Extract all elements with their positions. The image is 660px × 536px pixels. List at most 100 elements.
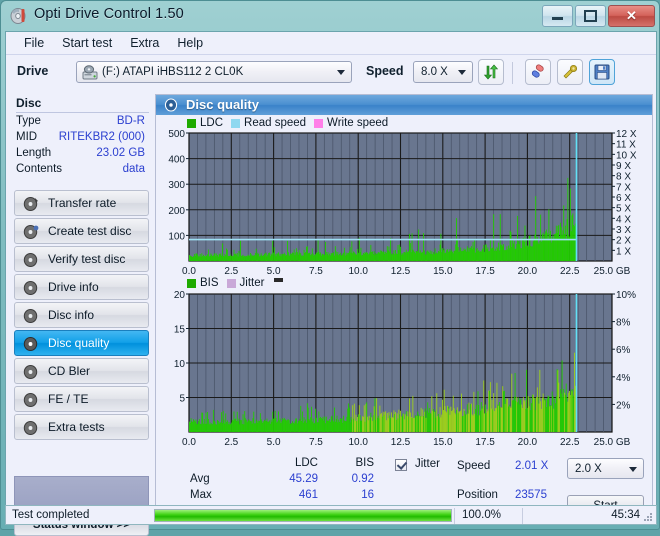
- menu-start-test[interactable]: Start test: [53, 34, 121, 52]
- drive-select[interactable]: (F:) ATAPI iHBS112 2 CL0K: [76, 61, 352, 83]
- minimize-button[interactable]: [542, 5, 573, 27]
- svg-text:9 X: 9 X: [616, 161, 631, 172]
- svg-text:4%: 4%: [616, 373, 631, 384]
- refresh-button[interactable]: [478, 59, 504, 85]
- client-area: File Start test Extra Help Drive (F:) AT…: [5, 31, 657, 536]
- svg-text:10%: 10%: [616, 290, 636, 301]
- svg-text:15.0: 15.0: [433, 266, 453, 277]
- disc-info-list: Type BD-R MID RITEKBR2 (000) Length 23.0…: [10, 115, 153, 179]
- sidebar-nav: Transfer rate Create test disc Verify te…: [14, 190, 149, 442]
- disc-section-header: Disc: [16, 96, 42, 110]
- speed-select[interactable]: 8.0 X: [413, 61, 473, 83]
- svg-text:8%: 8%: [616, 318, 631, 329]
- eject-icon: [531, 64, 544, 78]
- stats-col-ldc: LDC: [294, 457, 318, 469]
- eject-button[interactable]: [525, 59, 551, 85]
- test-speed-value: 2.0 X: [575, 463, 602, 475]
- speed-label: Speed: [366, 64, 404, 78]
- stats-speed-value: 2.01 X: [515, 460, 549, 472]
- chevron-down-icon: [629, 466, 637, 472]
- svg-text:5 X: 5 X: [616, 204, 631, 215]
- maximize-button[interactable]: [575, 5, 606, 27]
- sidebar-item-disc-quality[interactable]: Disc quality: [14, 330, 149, 356]
- svg-text:7.5: 7.5: [309, 266, 323, 277]
- svg-text:400: 400: [168, 155, 185, 166]
- stats-position-value: 23575: [515, 489, 547, 501]
- sidebar-item-drive-info[interactable]: Drive info: [14, 274, 149, 300]
- disc-small-icon: [23, 336, 40, 352]
- disc-row-mid: MID RITEKBR2 (000): [10, 131, 153, 147]
- legend-label-ldc: LDC: [200, 117, 224, 129]
- sidebar-label: Drive info: [48, 280, 99, 294]
- disc-row-length: Length 23.02 GB: [10, 147, 153, 163]
- disc-key-type: Type: [16, 115, 41, 127]
- panel-title-text: Disc quality: [186, 97, 259, 112]
- sidebar-item-cd-bler[interactable]: CD Bler: [14, 358, 149, 384]
- chevron-down-icon: [458, 70, 466, 75]
- svg-text:2.5: 2.5: [224, 266, 238, 277]
- jitter-checkbox[interactable]: [395, 459, 407, 471]
- svg-text:12.5: 12.5: [391, 266, 411, 277]
- disc-small-icon: [23, 420, 40, 436]
- drive-icon: [82, 65, 98, 80]
- stats-bis-avg: 0.92: [351, 473, 374, 485]
- svg-text:20: 20: [174, 290, 186, 301]
- app-disc-icon: [10, 7, 28, 25]
- svg-text:100: 100: [168, 231, 185, 242]
- test-speed-select[interactable]: 2.0 X: [567, 458, 644, 479]
- legend-label-jitter: Jitter: [239, 277, 265, 289]
- legend-label-read-speed: Read speed: [244, 117, 307, 129]
- svg-text:12 X: 12 X: [616, 129, 637, 140]
- ldc-read-speed-chart: 100 200 300 400 500 1 X2 X3 X4 X5 X6 X7 X8 X9…: [168, 129, 637, 277]
- svg-text:20.0: 20.0: [518, 266, 538, 277]
- menu-extra[interactable]: Extra: [121, 34, 168, 52]
- svg-text:22.5: 22.5: [560, 437, 580, 448]
- legend-swatch-read-speed: [231, 118, 241, 128]
- sidebar-item-create-test-disc[interactable]: Create test disc: [14, 218, 149, 244]
- svg-text:7 X: 7 X: [616, 182, 631, 193]
- menu-help[interactable]: Help: [168, 34, 212, 52]
- svg-text:7.5: 7.5: [309, 437, 323, 448]
- stats-ldc-avg: 45.29: [289, 473, 318, 485]
- legend-marker-icon: [274, 277, 284, 282]
- sidebar-label: Create test disc: [48, 224, 132, 238]
- disc-key-contents: Contents: [16, 163, 63, 175]
- menu-file[interactable]: File: [15, 34, 53, 52]
- sidebar-label: Disc info: [48, 308, 95, 322]
- svg-text:5.0: 5.0: [267, 437, 281, 448]
- save-button[interactable]: [589, 59, 615, 85]
- legend-swatch-bis: [187, 278, 196, 288]
- close-button[interactable]: ✕: [608, 5, 655, 27]
- sidebar-item-fe-te[interactable]: FE / TE: [14, 386, 149, 412]
- stats-position-label: Position: [457, 489, 498, 501]
- disc-row-contents: Contents data: [10, 163, 153, 179]
- disc-small-icon: [23, 196, 40, 212]
- legend-label-bis: BIS: [200, 277, 219, 289]
- bis-jitter-chart: 5 10 15 20 2% 4% 6% 8% 10% 0.0 2.5 5.0 7.5 10.0 12.5 15…: [174, 290, 636, 448]
- sidebar-item-transfer-rate[interactable]: Transfer rate: [14, 190, 149, 216]
- sidebar-item-extra-tests[interactable]: Extra tests: [14, 414, 149, 440]
- window-title: Opti Drive Control 1.50: [34, 6, 184, 22]
- drive-label: Drive: [17, 64, 49, 78]
- svg-text:15.0: 15.0: [433, 437, 453, 448]
- progress-fill: [155, 510, 451, 521]
- tools-icon: [563, 64, 578, 79]
- svg-text:200: 200: [168, 206, 185, 217]
- progress-bar: [154, 509, 452, 522]
- svg-text:5: 5: [179, 394, 185, 405]
- svg-text:12.5: 12.5: [391, 437, 411, 448]
- maximize-icon: [576, 6, 605, 26]
- disc-value-length: 23.02 GB: [96, 147, 145, 159]
- disc-value-contents: data: [122, 163, 145, 175]
- tools-button[interactable]: [557, 59, 583, 85]
- svg-text:1 X: 1 X: [616, 246, 631, 257]
- sidebar-label: FE / TE: [48, 392, 89, 406]
- drive-value: (F:) ATAPI iHBS112 2 CL0K: [102, 66, 244, 78]
- stats-row-max: Max: [190, 489, 212, 501]
- sidebar-item-disc-info[interactable]: Disc info: [14, 302, 149, 328]
- svg-text:10.0: 10.0: [348, 266, 368, 277]
- legend-label-write-speed: Write speed: [327, 117, 389, 129]
- svg-text:0.0: 0.0: [182, 437, 196, 448]
- svg-text:10 X: 10 X: [616, 150, 637, 161]
- sidebar-item-verify-test-disc[interactable]: Verify test disc: [14, 246, 149, 272]
